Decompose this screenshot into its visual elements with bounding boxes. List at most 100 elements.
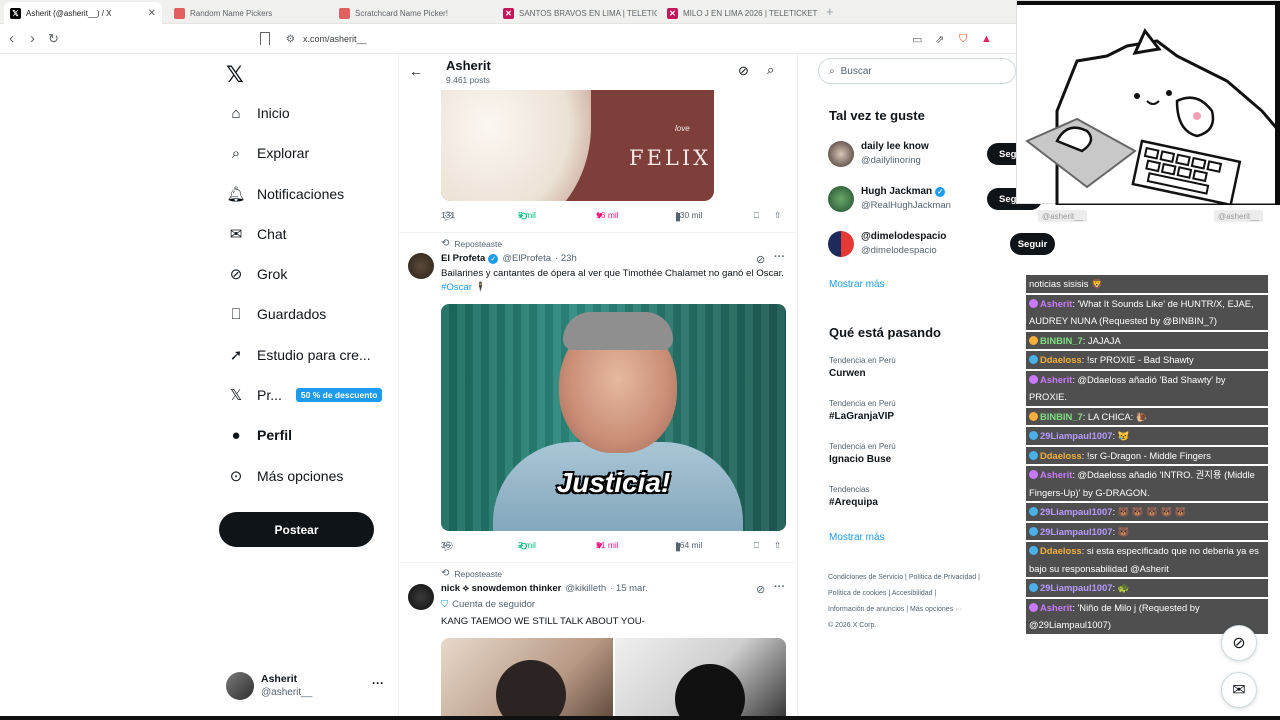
search-icon: ⌕ bbox=[231, 144, 241, 162]
trend-item[interactable]: Tendencia en Perú #LaGranjaVIP bbox=[829, 399, 1009, 422]
grok-icon[interactable]: ⊘ bbox=[738, 63, 749, 79]
avatar bbox=[828, 186, 854, 212]
bookmark-post-icon[interactable]: ⎕ bbox=[754, 540, 759, 551]
site-settings-icon[interactable]: ⚙ bbox=[286, 34, 295, 45]
show-more-trends-link[interactable]: Mostrar más bbox=[829, 532, 885, 543]
url-field[interactable]: ⚙ x.com/asherit__ bbox=[282, 29, 902, 49]
back-arrow-icon[interactable]: ← bbox=[409, 63, 423, 79]
author-handle[interactable]: @ElProfeta bbox=[502, 253, 551, 264]
tab-milo-j[interactable]: ✕ MILO J EN LIMA 2026 | TELETICKET bbox=[661, 2, 821, 24]
tab-scratchcard[interactable]: Scratchcard Name Picker! bbox=[333, 2, 493, 24]
badge-icon bbox=[1029, 546, 1038, 555]
trend-item[interactable]: Tendencia en Perú Curwen bbox=[829, 356, 1009, 379]
bookmark-page-icon[interactable] bbox=[260, 32, 270, 45]
post-time[interactable]: · 15 mar. bbox=[610, 583, 648, 594]
post-image[interactable] bbox=[441, 638, 613, 720]
nav-bookmarks[interactable]: ⎕ Guardados bbox=[226, 300, 326, 328]
footer-link[interactable]: Información de anuncios bbox=[828, 606, 904, 613]
search-icon[interactable]: ⌕ bbox=[767, 62, 774, 78]
follow-suggestion[interactable]: Hugh Jackman ✓ @RealHughJackman Seg bbox=[828, 184, 1042, 218]
rewards-triangle-icon[interactable]: ▲ bbox=[981, 33, 992, 45]
chat-text: : !sr PROXIE - Bad Shawty bbox=[1081, 354, 1194, 365]
post-time[interactable]: · 23h bbox=[555, 253, 577, 264]
avatar[interactable] bbox=[408, 584, 434, 610]
post-image[interactable]: Justicia! bbox=[441, 304, 786, 531]
nav-explore[interactable]: ⌕ Explorar bbox=[226, 139, 309, 167]
account-switcher[interactable]: Asherit @asherit__ ··· bbox=[226, 668, 388, 706]
picker-icon bbox=[174, 7, 185, 19]
author-name[interactable]: nick ⟡ snowdemon thinker bbox=[441, 583, 561, 594]
nav-more-options[interactable]: ⊙ Más opciones bbox=[226, 462, 344, 490]
author-name[interactable]: El Profeta bbox=[441, 253, 485, 264]
reply-count: 36 bbox=[441, 540, 451, 550]
repost-text: Reposteaste bbox=[454, 238, 503, 249]
hashtag-link[interactable]: #Oscar bbox=[441, 282, 472, 293]
trend-item[interactable]: Tendencia en Perú Ignacio Buse bbox=[829, 442, 1009, 465]
chat-user: 29Liampaul1007 bbox=[1040, 525, 1113, 537]
search-input[interactable]: ⌕ Buscar bbox=[818, 58, 1016, 84]
nav-grok[interactable]: ⊘ Grok bbox=[226, 260, 288, 288]
chat-message: Ddaeloss: si esta especificado que no de… bbox=[1026, 542, 1268, 577]
nav-profile[interactable]: ● Perfil bbox=[226, 421, 292, 449]
nav-home[interactable]: ⌂ Inicio bbox=[226, 99, 289, 127]
tab-asherit[interactable]: 𝕏 Asherit (@asherit__) / X ✕ bbox=[4, 2, 162, 24]
more-dots-icon[interactable]: ··· bbox=[774, 581, 785, 593]
nav-label: Más opciones bbox=[257, 468, 344, 484]
messages-float-button[interactable]: ✉ bbox=[1221, 672, 1257, 708]
follower-note-text: Cuenta de seguidor bbox=[452, 599, 536, 610]
footer-link[interactable]: Política de Privacidad bbox=[909, 574, 976, 581]
grok-icon[interactable]: ⊘ bbox=[756, 253, 765, 266]
chat-message: BINBIN_7: LA CHICA: 🐌 bbox=[1026, 407, 1268, 425]
trend-context: Tendencia en Perú bbox=[829, 356, 896, 365]
home-icon: ⌂ bbox=[231, 104, 241, 122]
tab-random-name-pickers[interactable]: Random Name Pickers bbox=[168, 2, 328, 24]
nav-chat[interactable]: ✉ Chat bbox=[226, 220, 287, 248]
author-handle[interactable]: @kikilleth bbox=[565, 583, 606, 594]
avatar[interactable] bbox=[408, 253, 434, 279]
show-more-link[interactable]: Mostrar más bbox=[829, 279, 885, 290]
nav-notifications[interactable]: 🔔︎ Notificaciones bbox=[226, 180, 344, 208]
back-icon[interactable]: ‹ bbox=[9, 31, 14, 46]
nav-creator-studio[interactable]: ➚ Estudio para cre... bbox=[226, 341, 371, 369]
nav-label: Perfil bbox=[257, 427, 293, 443]
more-dots-icon[interactable]: ··· bbox=[774, 251, 785, 263]
footer-link[interactable]: Condiciones de Servicio bbox=[828, 574, 903, 581]
grok-icon[interactable]: ⊘ bbox=[756, 583, 765, 596]
footer-link[interactable]: Más opciones ··· bbox=[910, 606, 962, 613]
post-image[interactable] bbox=[615, 638, 786, 720]
chat-message: Asherit: @Ddaeloss añadió 'Bad Shawty' b… bbox=[1026, 370, 1268, 406]
share-icon[interactable]: ⇗ bbox=[935, 33, 944, 46]
chat-text: : 😿 bbox=[1112, 430, 1130, 441]
views-count: 164 mil bbox=[675, 540, 703, 550]
post-button[interactable]: Postear bbox=[219, 512, 374, 547]
more-dots-icon[interactable]: ··· bbox=[372, 676, 384, 690]
grok-float-button[interactable]: ⊘ bbox=[1221, 625, 1257, 661]
x-icon: 𝕏 bbox=[229, 387, 243, 404]
reload-icon[interactable]: ↻ bbox=[48, 31, 59, 46]
post-image[interactable]: love FELIX bbox=[441, 90, 714, 201]
follow-suggestion[interactable]: daily lee know @dailylinoring Seg bbox=[828, 139, 1042, 173]
image-text: FELIX bbox=[629, 146, 712, 170]
taskbar-edge bbox=[0, 716, 1280, 720]
close-icon[interactable]: ✕ bbox=[148, 8, 156, 19]
nav-premium[interactable]: 𝕏 Pr... 50 % de descuento bbox=[226, 381, 383, 409]
share-post-icon[interactable]: ⇧ bbox=[774, 540, 781, 551]
bookmark-post-icon[interactable]: ⎕ bbox=[754, 210, 759, 221]
footer-link[interactable]: Accesibilidad bbox=[892, 590, 933, 597]
badge-icon bbox=[1029, 526, 1038, 536]
new-tab-button[interactable]: + bbox=[826, 4, 834, 19]
follow-suggestion[interactable]: @dimelodespacio @dimelodespacio Seguir bbox=[828, 229, 1055, 263]
left-navigation: 𝕏 ⌂ Inicio ⌕ Explorar 🔔︎ Notificaciones … bbox=[218, 54, 388, 720]
trend-item[interactable]: Tendencias #Arequipa bbox=[829, 485, 1009, 508]
forward-icon[interactable]: › bbox=[30, 31, 35, 46]
chat-message: BINBIN_7: JAJAJA bbox=[1026, 331, 1268, 349]
follow-button[interactable]: Seguir bbox=[1010, 233, 1055, 255]
tab-santos-bravos[interactable]: ✕ SANTOS BRAVOS EN LIMA | TELETICK bbox=[497, 2, 657, 24]
avatar bbox=[226, 672, 254, 700]
nav-label: Pr... bbox=[257, 387, 282, 403]
brave-shield-icon[interactable]: ⛉ bbox=[959, 33, 967, 46]
screen-icon[interactable]: ▭ bbox=[912, 33, 922, 46]
share-post-icon[interactable]: ⇧ bbox=[774, 210, 781, 221]
x-logo-icon[interactable]: 𝕏 bbox=[226, 63, 244, 88]
footer-link[interactable]: Política de cookies bbox=[828, 590, 886, 597]
